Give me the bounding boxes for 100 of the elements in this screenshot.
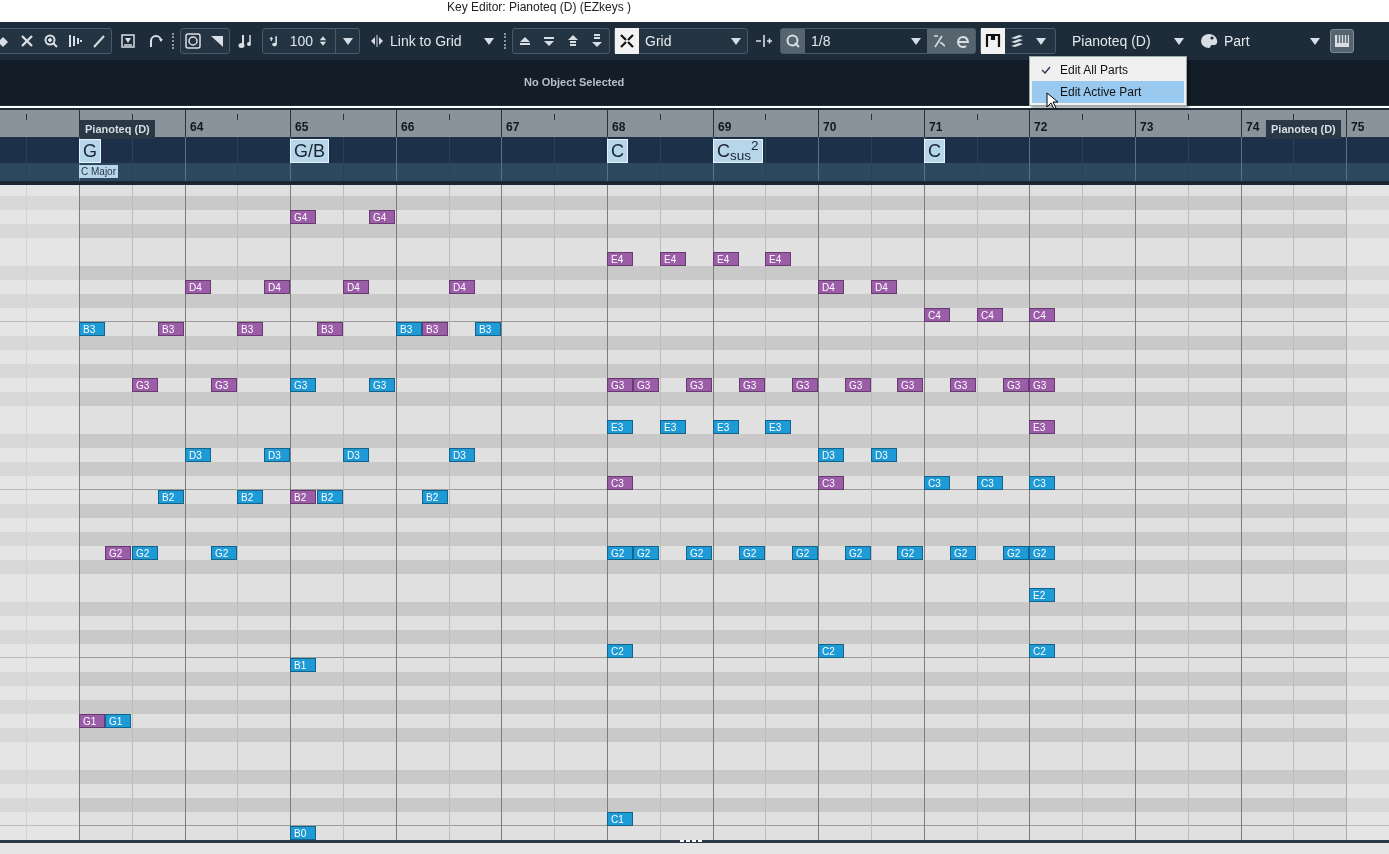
note-event[interactable]: G2 bbox=[897, 546, 923, 560]
note-event[interactable]: D3 bbox=[871, 448, 897, 462]
grid-type-dropdown[interactable]: Grid bbox=[639, 29, 747, 53]
quantize-button[interactable] bbox=[781, 29, 805, 53]
note-event[interactable]: G3 bbox=[792, 378, 818, 392]
note-event[interactable]: G2 bbox=[1029, 546, 1055, 560]
part-borders-button[interactable] bbox=[981, 28, 1005, 54]
note-event[interactable]: C3 bbox=[607, 476, 633, 490]
note-event[interactable]: E2 bbox=[1029, 588, 1055, 602]
fraction-icon bbox=[931, 33, 947, 49]
fraction-button[interactable] bbox=[927, 29, 951, 53]
note-event[interactable]: E3 bbox=[660, 420, 686, 434]
note-event[interactable]: B2 bbox=[237, 490, 263, 504]
note-event[interactable]: E3 bbox=[607, 420, 633, 434]
note-event[interactable]: E3 bbox=[1029, 420, 1055, 434]
note-event[interactable]: C3 bbox=[818, 476, 844, 490]
note-event[interactable]: G2 bbox=[105, 546, 131, 560]
note-event[interactable]: C2 bbox=[1029, 644, 1055, 658]
note-event[interactable]: B3 bbox=[79, 322, 105, 336]
note-event[interactable]: G4 bbox=[369, 210, 395, 224]
note-event[interactable]: G2 bbox=[950, 546, 976, 560]
note-event[interactable]: B2 bbox=[317, 490, 343, 504]
note-event[interactable]: C3 bbox=[924, 476, 950, 490]
scale-event[interactable]: C Major bbox=[79, 165, 118, 178]
note-event[interactable]: E3 bbox=[765, 420, 791, 434]
note-event[interactable]: E4 bbox=[660, 252, 686, 266]
note-event[interactable]: C4 bbox=[977, 308, 1003, 322]
note-event[interactable]: G3 bbox=[897, 378, 923, 392]
note-event[interactable]: G1 bbox=[105, 714, 131, 728]
note-event[interactable]: B2 bbox=[422, 490, 448, 504]
note-event[interactable]: C3 bbox=[977, 476, 1003, 490]
note-event[interactable]: G3 bbox=[1029, 378, 1055, 392]
note-event[interactable]: E4 bbox=[713, 252, 739, 266]
note-event[interactable]: D3 bbox=[449, 448, 475, 462]
note-event[interactable]: D3 bbox=[185, 448, 211, 462]
note-event[interactable]: G3 bbox=[607, 378, 633, 392]
note-event[interactable]: D4 bbox=[818, 280, 844, 294]
chord-event[interactable]: C bbox=[607, 139, 628, 163]
note-event[interactable]: G2 bbox=[633, 546, 659, 560]
note-event[interactable]: G3 bbox=[1003, 378, 1029, 392]
note-event[interactable]: D3 bbox=[343, 448, 369, 462]
note-event[interactable]: B3 bbox=[237, 322, 263, 336]
note-event[interactable]: B2 bbox=[290, 490, 316, 504]
note-event[interactable]: B3 bbox=[396, 322, 422, 336]
note-event[interactable]: C2 bbox=[818, 644, 844, 658]
note-event[interactable]: C4 bbox=[924, 308, 950, 322]
note-event[interactable]: D4 bbox=[185, 280, 211, 294]
note-event[interactable]: C1 bbox=[607, 812, 633, 826]
note-event[interactable]: D4 bbox=[264, 280, 290, 294]
note-event[interactable]: G2 bbox=[739, 546, 765, 560]
note-event[interactable]: C4 bbox=[1029, 308, 1055, 322]
chord-event[interactable]: G/B bbox=[290, 139, 329, 163]
resize-handle-icon[interactable] bbox=[680, 840, 702, 844]
note-event[interactable]: C2 bbox=[607, 644, 633, 658]
note-event[interactable]: B0 bbox=[290, 826, 316, 840]
note-event[interactable]: G2 bbox=[845, 546, 871, 560]
note-event[interactable]: B3 bbox=[422, 322, 448, 336]
note-event[interactable]: G3 bbox=[132, 378, 158, 392]
note-event[interactable]: G3 bbox=[686, 378, 712, 392]
note-event[interactable]: G1 bbox=[79, 714, 105, 728]
velocity-field[interactable]: 100 bbox=[281, 29, 320, 53]
note-event[interactable]: D3 bbox=[818, 448, 844, 462]
note-event[interactable]: G2 bbox=[607, 546, 633, 560]
note-event[interactable]: D4 bbox=[449, 280, 475, 294]
instrument-dropdown[interactable]: Pianoteq (D) bbox=[1066, 29, 1190, 53]
note-event[interactable]: G2 bbox=[1003, 546, 1029, 560]
note-event[interactable]: B1 bbox=[290, 658, 316, 672]
menu-item[interactable]: Edit Active Part bbox=[1032, 81, 1184, 103]
note-event[interactable]: B2 bbox=[158, 490, 184, 504]
note-event[interactable]: G3 bbox=[739, 378, 765, 392]
note-event[interactable]: E4 bbox=[607, 252, 633, 266]
note-event[interactable]: G2 bbox=[211, 546, 237, 560]
keyboard-button[interactable] bbox=[1330, 29, 1354, 53]
chord-event[interactable]: C bbox=[924, 139, 945, 163]
note-event[interactable]: G4 bbox=[290, 210, 316, 224]
note-event[interactable]: D4 bbox=[343, 280, 369, 294]
note-event[interactable]: G2 bbox=[792, 546, 818, 560]
menu-item[interactable]: Edit All Parts bbox=[1032, 59, 1184, 81]
link-dropdown[interactable]: Link to Grid bbox=[364, 29, 500, 53]
note-event[interactable]: D3 bbox=[264, 448, 290, 462]
note-event[interactable]: G3 bbox=[950, 378, 976, 392]
note-event[interactable]: B3 bbox=[475, 322, 501, 336]
e-symbol-button[interactable] bbox=[951, 29, 975, 53]
note-event[interactable]: G2 bbox=[686, 546, 712, 560]
note-event[interactable]: C3 bbox=[1029, 476, 1055, 490]
note-event[interactable]: B3 bbox=[317, 322, 343, 336]
note-event[interactable]: E3 bbox=[713, 420, 739, 434]
quantize-dropdown[interactable]: 1/8 bbox=[805, 29, 927, 53]
note-event[interactable]: G3 bbox=[369, 378, 395, 392]
note-event[interactable]: G3 bbox=[633, 378, 659, 392]
note-event[interactable]: G3 bbox=[845, 378, 871, 392]
note-event[interactable]: G3 bbox=[211, 378, 237, 392]
note-event[interactable]: E4 bbox=[765, 252, 791, 266]
note-event[interactable]: G2 bbox=[132, 546, 158, 560]
note-event[interactable]: B3 bbox=[158, 322, 184, 336]
chord-event[interactable]: G bbox=[79, 139, 101, 163]
note-event[interactable]: G3 bbox=[290, 378, 316, 392]
note-event[interactable]: D4 bbox=[871, 280, 897, 294]
edit-scope-dropdown[interactable]: Part bbox=[1194, 29, 1326, 53]
snap-button[interactable] bbox=[615, 28, 639, 54]
